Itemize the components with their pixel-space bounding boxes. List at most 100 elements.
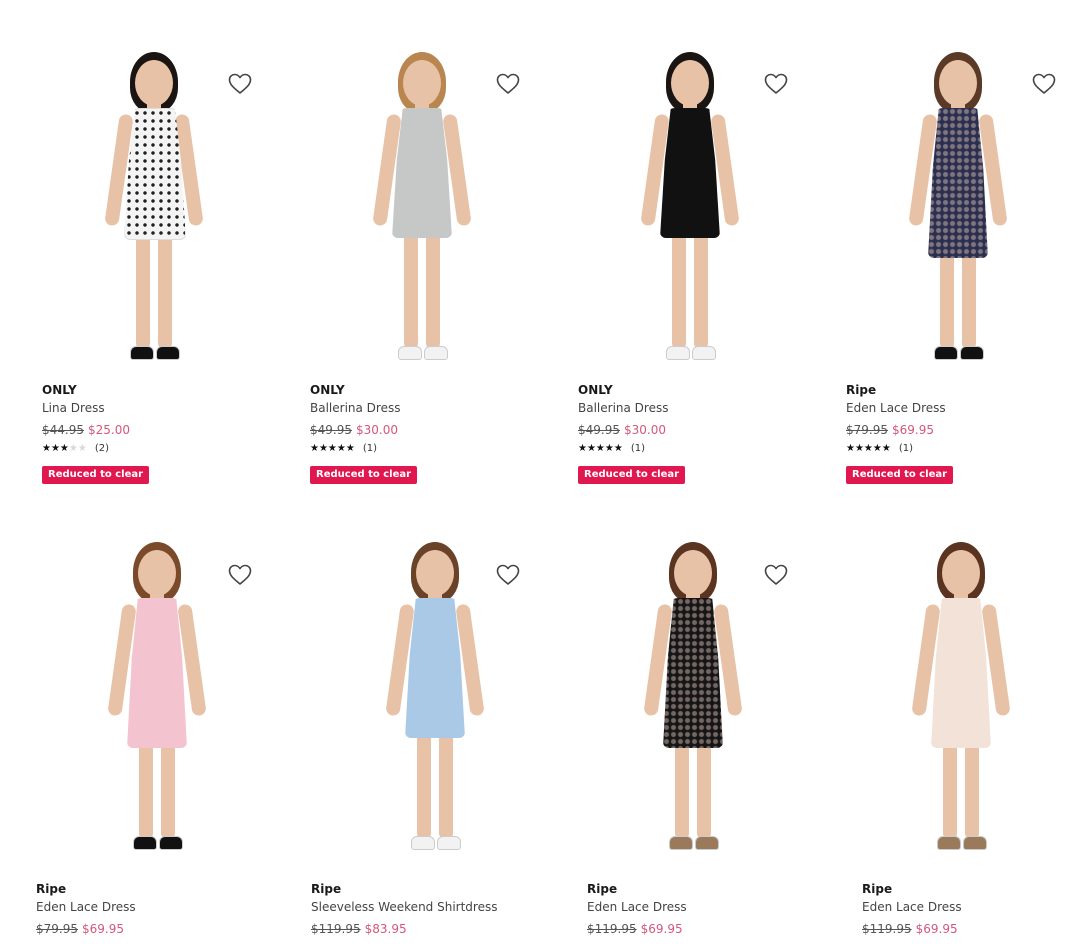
model-shoe — [398, 346, 422, 360]
model-shoe — [669, 836, 693, 850]
model-shoe — [937, 836, 961, 850]
product-image[interactable] — [97, 542, 217, 862]
model-head — [671, 60, 709, 106]
model-head — [135, 60, 173, 106]
reduced-to-clear-badge: Reduced to clear — [42, 466, 150, 484]
sale-price: $69.95 — [640, 922, 683, 936]
model-dress — [660, 108, 720, 238]
wishlist-heart-icon[interactable] — [494, 561, 522, 589]
model-shoe — [934, 346, 958, 360]
product-name[interactable]: Eden Lace Dress — [36, 900, 136, 914]
model-leg — [136, 232, 150, 350]
product-image[interactable] — [898, 52, 1018, 372]
original-price: $49.95 — [578, 423, 620, 437]
product-name[interactable]: Eden Lace Dress — [846, 401, 946, 415]
star-rating-icon: ★★★★★ — [310, 443, 355, 454]
product-price: $119.95 $69.95 — [587, 922, 683, 936]
product-brand[interactable]: Ripe — [311, 882, 341, 896]
product-brand[interactable]: Ripe — [862, 882, 892, 896]
product-image[interactable] — [630, 52, 750, 372]
model-shoe — [133, 836, 157, 850]
model-leg — [694, 232, 708, 350]
product-brand[interactable]: Ripe — [846, 383, 876, 397]
model-leg — [439, 722, 453, 840]
product-image[interactable] — [633, 542, 753, 862]
product-price: $79.95 $69.95 — [36, 922, 124, 936]
model-dress — [931, 598, 991, 748]
product-name[interactable]: Eden Lace Dress — [587, 900, 687, 914]
product-name[interactable]: Lina Dress — [42, 401, 105, 415]
product-brand[interactable]: ONLY — [578, 383, 613, 397]
reduced-to-clear-badge: Reduced to clear — [578, 466, 686, 484]
model-shoe — [692, 346, 716, 360]
model-dress — [392, 108, 452, 238]
model-head — [416, 550, 454, 596]
model-shoe — [666, 346, 690, 360]
product-rating[interactable]: ★★★★★ (1) — [846, 443, 913, 454]
model-shoe — [437, 836, 461, 850]
model-leg — [672, 232, 686, 350]
model-leg — [158, 232, 172, 350]
product-brand[interactable]: Ripe — [587, 882, 617, 896]
sale-price: $69.95 — [915, 922, 958, 936]
original-price: $79.95 — [846, 423, 888, 437]
wishlist-heart-icon[interactable] — [1030, 70, 1058, 98]
product-name[interactable]: Ballerina Dress — [578, 401, 668, 415]
model-dress — [127, 598, 187, 748]
product-name[interactable]: Ballerina Dress — [310, 401, 400, 415]
star-rating-icon: ★★★★★ — [42, 443, 87, 454]
model-head — [942, 550, 980, 596]
model-shoe — [156, 346, 180, 360]
review-count: (2) — [94, 443, 110, 454]
product-image[interactable] — [375, 542, 495, 862]
product-rating[interactable]: ★★★★★ (2) — [42, 443, 109, 454]
model-leg — [417, 722, 431, 840]
original-price: $119.95 — [862, 922, 912, 936]
review-count: (1) — [898, 443, 913, 454]
product-rating[interactable]: ★★★★★ (1) — [310, 443, 377, 454]
model-shoe — [424, 346, 448, 360]
product-rating[interactable]: ★★★★★ (1) — [578, 443, 645, 454]
model-head — [939, 60, 977, 106]
sale-price: $69.95 — [892, 423, 934, 437]
product-name[interactable]: Sleeveless Weekend Shirtdress — [311, 900, 497, 914]
product-image[interactable] — [362, 52, 482, 372]
original-price: $79.95 — [36, 922, 78, 936]
model-dress — [663, 598, 723, 748]
product-name[interactable]: Eden Lace Dress — [862, 900, 962, 914]
model-shoe — [963, 836, 987, 850]
product-image[interactable] — [94, 52, 214, 372]
wishlist-heart-icon[interactable] — [226, 561, 254, 589]
wishlist-heart-icon[interactable] — [494, 70, 522, 98]
model-head — [674, 550, 712, 596]
product-price: $119.95 $69.95 — [862, 922, 958, 936]
product-brand[interactable]: ONLY — [42, 383, 77, 397]
sale-price: $69.95 — [82, 922, 124, 936]
model-shoe — [159, 836, 183, 850]
product-image[interactable] — [901, 542, 1021, 862]
sale-price: $25.00 — [88, 423, 130, 437]
star-rating-icon: ★★★★★ — [846, 443, 891, 454]
original-price: $49.95 — [310, 423, 352, 437]
wishlist-heart-icon[interactable] — [762, 561, 790, 589]
sale-price: $30.00 — [356, 423, 398, 437]
product-price: $79.95 $69.95 — [846, 423, 934, 437]
sale-price: $83.95 — [364, 922, 407, 936]
review-count: (1) — [630, 443, 645, 454]
model-head — [403, 60, 441, 106]
wishlist-heart-icon[interactable] — [226, 70, 254, 98]
product-price: $49.95 $30.00 — [578, 423, 666, 437]
original-price: $119.95 — [311, 922, 361, 936]
original-price: $44.95 — [42, 423, 84, 437]
model-shoe — [695, 836, 719, 850]
model-leg — [404, 232, 418, 350]
sale-price: $30.00 — [624, 423, 666, 437]
model-dress — [405, 598, 465, 738]
product-brand[interactable]: ONLY — [310, 383, 345, 397]
model-head — [138, 550, 176, 596]
review-count: (1) — [362, 443, 377, 454]
wishlist-heart-icon[interactable] — [762, 70, 790, 98]
reduced-to-clear-badge: Reduced to clear — [310, 466, 418, 484]
model-shoe — [130, 346, 154, 360]
product-brand[interactable]: Ripe — [36, 882, 66, 896]
